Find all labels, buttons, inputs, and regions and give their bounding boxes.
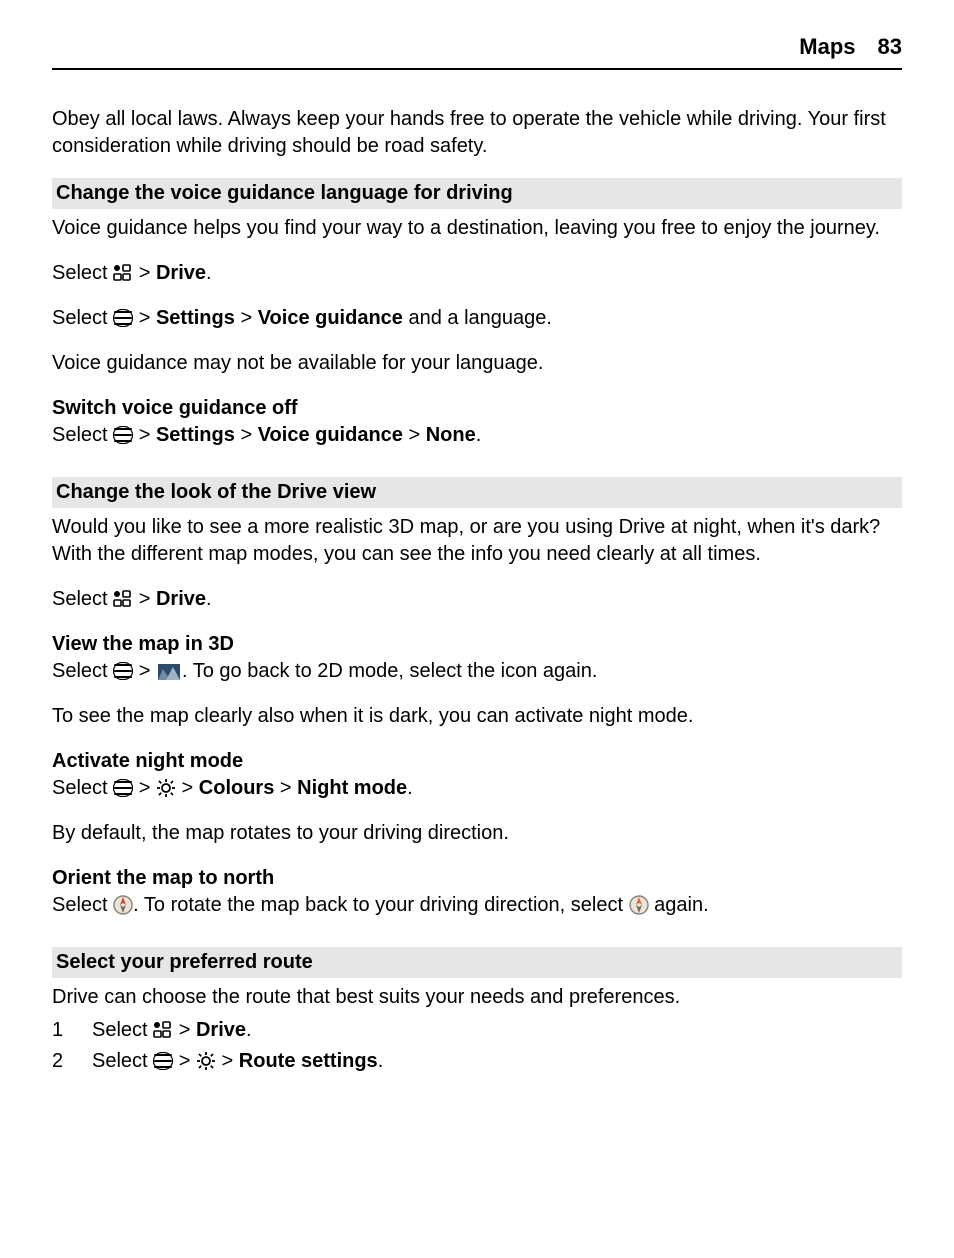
intro-paragraph: Obey all local laws. Always keep your ha… [52, 106, 902, 160]
breadcrumb-gt: > [139, 424, 156, 446]
period: . [206, 262, 212, 284]
breadcrumb-gt: > [139, 660, 156, 682]
dark-note: To see the map clearly also when it is d… [52, 703, 902, 730]
label-night-mode: Night mode [297, 777, 407, 799]
menu-icon [113, 662, 133, 680]
chapter-title: Maps [799, 32, 855, 62]
label-none: None [426, 424, 476, 446]
label-select: Select [52, 307, 113, 329]
menu-icon [153, 1052, 173, 1070]
select-3d: Select > . To go back to 2D mode, select… [52, 658, 902, 685]
label-select: Select [52, 588, 113, 610]
breadcrumb-gt: > [280, 777, 297, 799]
section-title-voice-language: Change the voice guidance language for d… [52, 178, 902, 209]
label-drive: Drive [156, 262, 206, 284]
label-select: Select [52, 894, 113, 916]
label-drive: Drive [156, 588, 206, 610]
label-settings: Settings [156, 424, 235, 446]
label-drive: Drive [196, 1019, 246, 1041]
menu-icon [113, 309, 133, 327]
page-header: Maps 83 [52, 32, 902, 70]
3d-map-icon [158, 664, 180, 680]
breadcrumb-gt: > [222, 1050, 239, 1072]
orient-rest1: . To rotate the map back to your driving… [133, 894, 628, 916]
breadcrumb-gt: > [139, 588, 156, 610]
drive-view-desc: Would you like to see a more realistic 3… [52, 514, 902, 568]
period: . [378, 1050, 384, 1072]
menu-icon [113, 779, 133, 797]
label-select: Select [52, 777, 113, 799]
page-number: 83 [878, 32, 902, 62]
select-orient: Select . To rotate the map back to your … [52, 892, 902, 919]
orient-rest2: again. [649, 894, 709, 916]
period: . [206, 588, 212, 610]
preferred-route-desc: Drive can choose the route that best sui… [52, 984, 902, 1011]
label-voice-guidance: Voice guidance [258, 307, 403, 329]
select-voice-off: Select > Settings > Voice guidance > Non… [52, 422, 902, 449]
breadcrumb-gt: > [408, 424, 425, 446]
subheading-orient-north: Orient the map to north [52, 865, 902, 892]
label-select: Select [52, 660, 113, 682]
label-settings: Settings [156, 307, 235, 329]
subheading-switch-voice-off: Switch voice guidance off [52, 395, 902, 422]
label-select: Select [92, 1019, 153, 1041]
steps-list: 1 Select > Drive. 2 Select > > Route set… [52, 1017, 902, 1075]
section-title-drive-view: Change the look of the Drive view [52, 477, 902, 508]
voice-language-desc: Voice guidance helps you find your way t… [52, 215, 902, 242]
select-apps-drive: Select > Drive. [52, 260, 902, 287]
page: Maps 83 Obey all local laws. Always keep… [0, 0, 954, 1119]
label-select: Select [52, 262, 113, 284]
step-2: 2 Select > > Route settings. [52, 1048, 902, 1075]
label-voice-guidance: Voice guidance [258, 424, 403, 446]
step-number: 2 [52, 1048, 70, 1075]
select-night-mode: Select > > Colours > Night mode. [52, 775, 902, 802]
label-colours: Colours [199, 777, 275, 799]
subheading-view-3d: View the map in 3D [52, 631, 902, 658]
label-route-settings: Route settings [239, 1050, 378, 1072]
compass-icon [113, 895, 133, 915]
label-select: Select [52, 424, 113, 446]
select-apps-drive-2: Select > Drive. [52, 586, 902, 613]
period: . [476, 424, 482, 446]
label-and-language: and a language. [403, 307, 552, 329]
label-select: Select [92, 1050, 153, 1072]
breadcrumb-gt: > [182, 777, 199, 799]
breadcrumb-gt: > [240, 424, 257, 446]
step-1: 1 Select > Drive. [52, 1017, 902, 1044]
section-title-preferred-route: Select your preferred route [52, 947, 902, 978]
apps-icon [113, 264, 133, 282]
subheading-night-mode: Activate night mode [52, 748, 902, 775]
breadcrumb-gt: > [139, 777, 156, 799]
select-menu-settings-voice: Select > Settings > Voice guidance and a… [52, 305, 902, 332]
period: . [246, 1019, 252, 1041]
breadcrumb-gt: > [179, 1050, 196, 1072]
breadcrumb-gt: > [139, 262, 156, 284]
breadcrumb-gt: > [240, 307, 257, 329]
step-content: Select > Drive. [92, 1017, 252, 1044]
apps-icon [153, 1021, 173, 1039]
apps-icon [113, 590, 133, 608]
gear-icon [196, 1052, 216, 1070]
period: . [407, 777, 413, 799]
rest-3d: . To go back to 2D mode, select the icon… [182, 660, 597, 682]
voice-lang-note: Voice guidance may not be available for … [52, 350, 902, 377]
breadcrumb-gt: > [179, 1019, 196, 1041]
gear-icon [156, 779, 176, 797]
breadcrumb-gt: > [139, 307, 156, 329]
step-number: 1 [52, 1017, 70, 1044]
step-content: Select > > Route settings. [92, 1048, 383, 1075]
rotate-note: By default, the map rotates to your driv… [52, 820, 902, 847]
compass-icon [629, 895, 649, 915]
menu-icon [113, 426, 133, 444]
